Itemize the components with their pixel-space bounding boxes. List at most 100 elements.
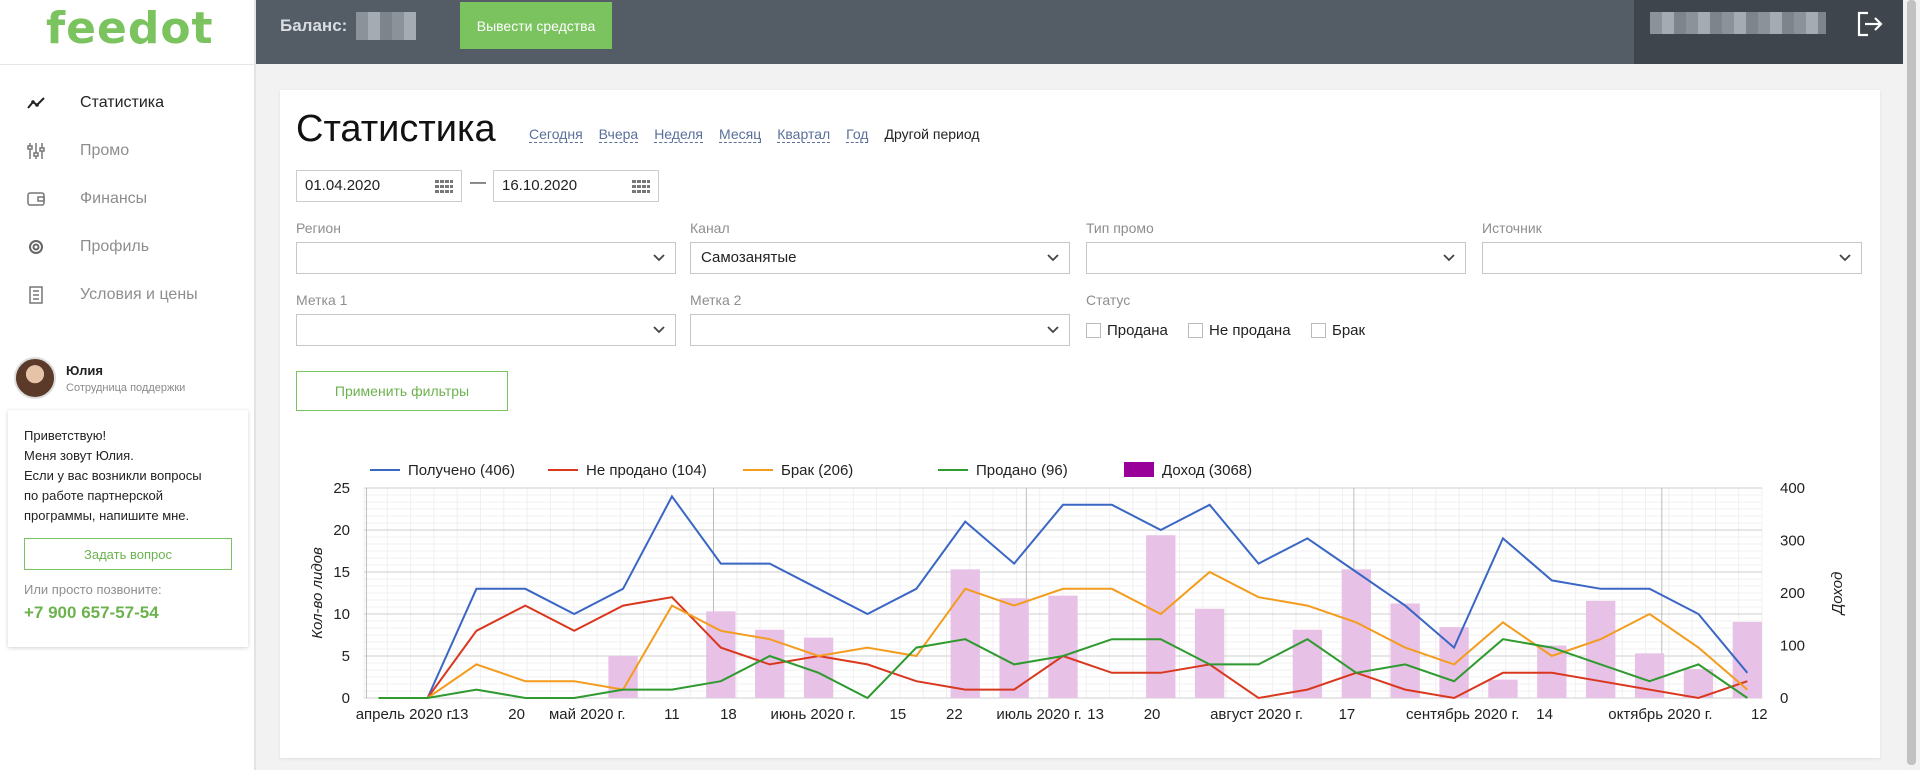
y-tick-label: 0 <box>342 690 350 707</box>
sidebar-item-terms[interactable]: Условия и цены <box>0 271 256 319</box>
x-tick-label: сентябрь 2020 г. <box>1406 706 1519 723</box>
chevron-down-icon <box>653 326 665 334</box>
tag2-label: Метка 2 <box>690 292 742 308</box>
legend-label: Не продано (104) <box>586 462 707 479</box>
status-not-sold-checkbox[interactable]: Не продана <box>1188 322 1291 339</box>
region-select[interactable] <box>296 242 676 274</box>
x-tick-label: 12 <box>1751 706 1768 723</box>
date-to-value: 16.10.2020 <box>502 177 578 194</box>
status-sold-checkbox[interactable]: Продана <box>1086 322 1168 339</box>
y-tick-label: 10 <box>333 606 350 623</box>
calendar-icon[interactable] <box>632 180 650 194</box>
period-quarter[interactable]: Квартал <box>777 126 831 143</box>
balance-value-redacted <box>356 12 416 40</box>
channel-label: Канал <box>690 220 730 236</box>
withdraw-button[interactable]: Вывести средства <box>460 2 612 49</box>
x-tick-label: 20 <box>1144 706 1161 723</box>
checkbox-box[interactable] <box>1086 323 1101 338</box>
logo[interactable]: feedot <box>0 0 256 65</box>
support-card: Приветствую! Меня зовут Юлия. Если у вас… <box>8 410 248 647</box>
checkbox-box[interactable] <box>1311 323 1326 338</box>
checkbox-box[interactable] <box>1188 323 1203 338</box>
sidebar-nav: Статистика Промо Финансы Профиль Условия… <box>0 65 256 319</box>
promo-type-select[interactable] <box>1086 242 1466 274</box>
sidebar-item-finance[interactable]: Финансы <box>0 175 256 223</box>
gear-icon <box>26 237 46 257</box>
chevron-down-icon <box>1443 254 1455 262</box>
apply-filters-button[interactable]: Применить фильтры <box>296 371 508 411</box>
chevron-down-icon <box>653 254 665 262</box>
user-panel <box>1634 0 1904 64</box>
date-from-value: 01.04.2020 <box>305 177 381 194</box>
page-title: Статистика <box>296 108 496 150</box>
revenue-bar <box>803 637 834 698</box>
balance-label: Баланс: <box>280 16 348 35</box>
x-tick-label: октябрь 2020 г. <box>1608 706 1712 723</box>
promo-type-label: Тип промо <box>1086 220 1154 236</box>
y2-tick-label: 0 <box>1780 690 1788 707</box>
period-week[interactable]: Неделя <box>654 126 704 143</box>
y-tick-label: 15 <box>333 564 350 581</box>
period-yesterday[interactable]: Вчера <box>598 126 639 143</box>
x-tick-label: июль 2020 г. <box>996 706 1081 723</box>
checkbox-label: Брак <box>1332 322 1366 339</box>
status-defect-checkbox[interactable]: Брак <box>1311 322 1365 339</box>
period-today[interactable]: Сегодня <box>529 126 583 143</box>
x-tick-label: май 2020 г. <box>549 706 626 723</box>
y2-tick-label: 100 <box>1780 638 1805 655</box>
checkbox-label: Продана <box>1107 322 1168 339</box>
revenue-bar <box>706 611 736 698</box>
support-role: Сотрудница поддержки <box>66 381 186 394</box>
x-tick-label: 17 <box>1339 706 1356 723</box>
tag2-select[interactable] <box>690 314 1070 346</box>
support-name: Юлия <box>66 362 103 378</box>
period-year[interactable]: Год <box>846 126 869 143</box>
revenue-bar <box>1488 679 1518 698</box>
channel-value: Самозанятые <box>701 249 797 266</box>
user-name-redacted <box>1650 12 1826 34</box>
channel-select[interactable]: Самозанятые <box>690 242 1070 274</box>
ask-question-button[interactable]: Задать вопрос <box>24 538 232 570</box>
x-tick-label: 20 <box>508 706 525 723</box>
chevron-down-icon <box>1047 326 1059 334</box>
period-custom[interactable]: Другой период <box>884 126 979 143</box>
x-tick-label: 11 <box>664 706 680 723</box>
chevron-down-icon <box>1839 254 1851 262</box>
revenue-bar <box>1048 595 1078 698</box>
x-tick-label: июнь 2020 г. <box>771 706 856 723</box>
x-tick-label: август 2020 г. <box>1210 706 1303 723</box>
logout-icon[interactable] <box>1856 10 1884 38</box>
tag1-select[interactable] <box>296 314 676 346</box>
y-tick-label: 20 <box>333 522 350 539</box>
sidebar-item-label: Промо <box>80 142 130 159</box>
source-select[interactable] <box>1482 242 1862 274</box>
x-tick-label: апрель 2020 г. <box>356 706 455 723</box>
sidebar-item-label: Профиль <box>80 238 150 255</box>
date-to-input[interactable]: 16.10.2020 <box>493 170 659 202</box>
topbar: Баланс: Вывести средства <box>256 0 1920 64</box>
chevron-down-icon <box>1047 254 1059 262</box>
scrollbar-thumb[interactable] <box>1907 0 1916 765</box>
y-tick-label: 25 <box>333 480 350 497</box>
scrollbar[interactable] <box>1903 0 1920 770</box>
y2-tick-label: 400 <box>1780 480 1805 497</box>
sidebar-item-statistics[interactable]: Статистика <box>0 79 256 127</box>
leads-chart: 05101520250100200300400апрель 2020 г.13 2… <box>309 462 1846 723</box>
y2-tick-label: 200 <box>1780 585 1805 602</box>
x-tick-label: 18 <box>720 706 737 723</box>
sidebar-item-label: Финансы <box>80 190 148 207</box>
sidebar-item-profile[interactable]: Профиль <box>0 223 256 271</box>
y-axis-title: Кол-во лидов <box>309 547 326 639</box>
legend-swatch <box>1124 462 1154 477</box>
region-label: Регион <box>296 220 341 236</box>
period-month[interactable]: Месяц <box>719 126 762 143</box>
legend-label: Брак (206) <box>781 462 853 479</box>
legend-label: Доход (3068) <box>1162 462 1252 479</box>
date-range-separator: — <box>470 174 486 191</box>
document-icon <box>26 285 46 305</box>
support-phone[interactable]: +7 900 657-57-54 <box>24 603 232 623</box>
date-from-input[interactable]: 01.04.2020 <box>296 170 462 202</box>
revenue-bar <box>1194 608 1225 698</box>
calendar-icon[interactable] <box>435 180 453 194</box>
sidebar-item-promo[interactable]: Промо <box>0 127 256 175</box>
